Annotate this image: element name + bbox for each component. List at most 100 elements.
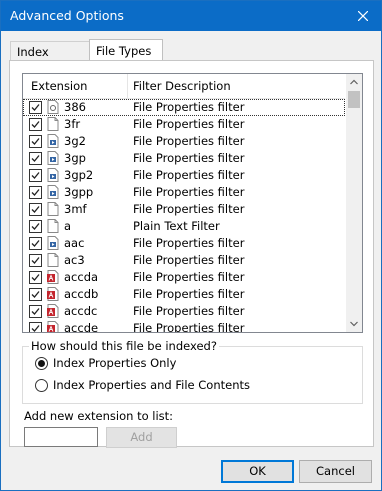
list-item[interactable]: aac File Properties filter — [23, 235, 345, 252]
add-button[interactable]: Add — [106, 427, 177, 448]
list-item[interactable]: accdb File Properties filter — [23, 286, 345, 303]
filter-description-cell: Plain Text Filter — [133, 219, 220, 233]
add-extension-label: Add new extension to list: — [24, 409, 174, 423]
filter-description-cell: File Properties filter — [133, 236, 245, 250]
checkmark-icon — [31, 240, 40, 247]
list-item[interactable]: a Plain Text Filter — [23, 218, 345, 235]
filter-description-cell: File Properties filter — [133, 253, 245, 267]
checkmark-icon — [31, 104, 40, 111]
extension-cell: aac — [64, 236, 85, 250]
row-checkbox[interactable] — [29, 271, 42, 284]
checkmark-icon — [31, 308, 40, 315]
filter-description-cell: File Properties filter — [133, 304, 245, 318]
row-checkbox[interactable] — [29, 101, 42, 114]
filter-description-cell: File Properties filter — [133, 151, 245, 165]
filter-description-cell: File Properties filter — [133, 117, 245, 131]
blank-file-icon — [47, 219, 59, 233]
list-header: Extension Filter Description — [23, 74, 345, 99]
extension-cell: 3fr — [64, 117, 81, 131]
filter-description-cell: File Properties filter — [133, 134, 245, 148]
checkmark-icon — [31, 172, 40, 179]
access-file-icon — [47, 321, 59, 332]
file-types-panel: Extension Filter Description 386 File Pro… — [9, 60, 374, 448]
scroll-down-button[interactable] — [346, 316, 362, 332]
list-item[interactable]: accda File Properties filter — [23, 269, 345, 286]
index-method-legend: How should this file be indexed? — [29, 339, 219, 353]
extension-cell: a — [64, 219, 72, 233]
row-checkbox[interactable] — [29, 152, 42, 165]
list-item[interactable]: 3mf File Properties filter — [23, 201, 345, 218]
filter-description-cell: File Properties filter — [133, 202, 245, 216]
row-checkbox[interactable] — [29, 322, 42, 332]
checkmark-icon — [31, 291, 40, 298]
extension-list[interactable]: Extension Filter Description 386 File Pro… — [22, 73, 363, 333]
tab-strip: Index Settings File Types — [1, 31, 381, 79]
row-checkbox[interactable] — [29, 254, 42, 267]
list-item[interactable]: 3gp File Properties filter — [23, 150, 345, 167]
list-item[interactable]: accde File Properties filter — [23, 320, 345, 332]
row-checkbox[interactable] — [29, 305, 42, 318]
access-file-icon — [47, 287, 59, 301]
vertical-scrollbar[interactable] — [346, 74, 362, 332]
access-file-icon — [47, 304, 59, 318]
media-file-icon — [47, 168, 59, 182]
ok-button[interactable]: OK — [221, 460, 294, 483]
list-item[interactable]: accdc File Properties filter — [23, 303, 345, 320]
row-checkbox[interactable] — [29, 118, 42, 131]
list-item[interactable]: 3gpp File Properties filter — [23, 184, 345, 201]
filter-description-cell: File Properties filter — [133, 270, 245, 284]
column-header-filter-description[interactable]: Filter Description — [133, 79, 231, 93]
checkmark-icon — [31, 155, 40, 162]
list-rows: 386 File Properties filter 3fr File Propert… — [23, 99, 345, 332]
media-file-icon — [47, 236, 59, 250]
extension-cell: accdb — [64, 287, 99, 301]
extension-cell: 3gp — [64, 151, 86, 165]
extension-cell: 3gp2 — [64, 168, 94, 182]
row-checkbox[interactable] — [29, 203, 42, 216]
row-checkbox[interactable] — [29, 220, 42, 233]
list-item[interactable]: 3gp2 File Properties filter — [23, 167, 345, 184]
radio-button[interactable] — [35, 357, 48, 370]
media-file-icon — [47, 134, 59, 148]
chevron-down-icon — [350, 321, 358, 327]
scroll-up-button[interactable] — [346, 74, 362, 90]
radio-button[interactable] — [35, 379, 48, 392]
extension-cell: ac3 — [64, 253, 85, 267]
row-checkbox[interactable] — [29, 237, 42, 250]
scroll-thumb[interactable] — [348, 91, 360, 108]
list-item[interactable]: 386 File Properties filter — [23, 99, 345, 116]
filter-description-cell: File Properties filter — [133, 185, 245, 199]
row-checkbox[interactable] — [29, 169, 42, 182]
row-checkbox[interactable] — [29, 288, 42, 301]
checkmark-icon — [31, 274, 40, 281]
chevron-up-icon — [350, 79, 358, 85]
add-extension-input[interactable] — [24, 427, 98, 447]
radio-label: Index Properties and File Contents — [53, 378, 251, 392]
media-file-icon — [47, 151, 59, 165]
extension-cell: accda — [64, 270, 99, 284]
close-button[interactable] — [345, 1, 381, 31]
extension-cell: accde — [64, 321, 99, 332]
list-item[interactable]: 3g2 File Properties filter — [23, 133, 345, 150]
list-item[interactable]: 3fr File Properties filter — [23, 116, 345, 133]
tab-index-settings[interactable]: Index Settings — [10, 41, 100, 79]
row-checkbox[interactable] — [29, 186, 42, 199]
extension-cell: 386 — [64, 100, 86, 114]
column-divider[interactable] — [127, 74, 128, 98]
row-checkbox[interactable] — [29, 135, 42, 148]
filter-description-cell: File Properties filter — [133, 287, 245, 301]
checkmark-icon — [31, 121, 40, 128]
title-bar: Advanced Options — [1, 1, 381, 31]
blank-file-icon — [47, 117, 59, 131]
advanced-options-dialog: Advanced Options Index Settings File Typ… — [0, 0, 382, 491]
extension-cell: 3g2 — [64, 134, 86, 148]
filter-description-cell: File Properties filter — [133, 100, 245, 114]
list-item[interactable]: ac3 File Properties filter — [23, 252, 345, 269]
cancel-button[interactable]: Cancel — [299, 460, 372, 483]
extension-cell: 3mf — [64, 202, 87, 216]
index-method-group: How should this file be indexed? Index P… — [22, 339, 363, 404]
column-header-extension[interactable]: Extension — [31, 79, 87, 93]
tab-file-types[interactable]: File Types — [89, 39, 163, 62]
checkmark-icon — [31, 189, 40, 196]
checkmark-icon — [31, 206, 40, 213]
